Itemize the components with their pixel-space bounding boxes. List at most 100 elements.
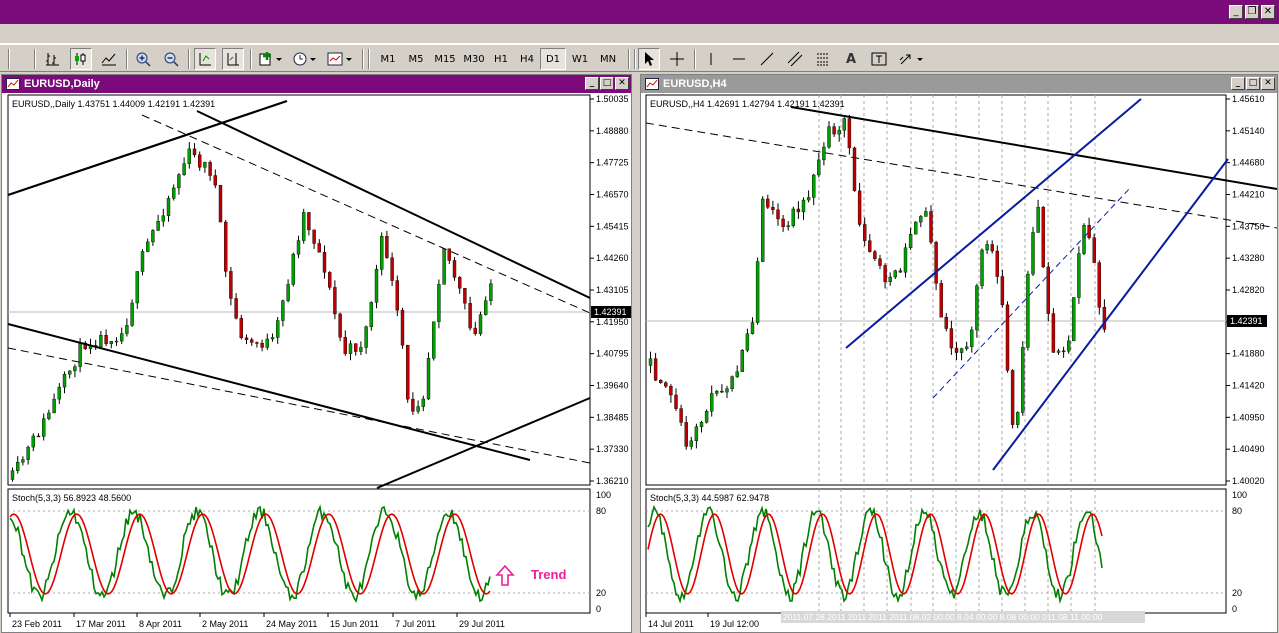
price-chart-daily[interactable]: 1.50035 1.48880 1.47725 1.46570 1.45415 1.442… (2, 93, 631, 632)
ohlc-label: EURUSD,,Daily 1.43751 1.44009 1.42191 1.… (12, 99, 215, 109)
candle-body (1041, 206, 1045, 268)
close-icon[interactable]: ✕ (615, 77, 629, 90)
main-toolbar: A M1 M5 M15 M30 H1 H4 D1 W1 MN (0, 44, 1279, 72)
candle-body (255, 342, 259, 344)
cursor-arrow-icon[interactable] (638, 48, 660, 70)
candle-body (903, 247, 908, 273)
candle-body (965, 346, 969, 349)
periods-clock-icon[interactable] (290, 48, 318, 70)
candlestick-chart-icon[interactable] (70, 48, 92, 70)
candle-body (380, 236, 384, 270)
candle-body (343, 337, 347, 354)
candle-body (944, 316, 948, 329)
trendline-icon[interactable] (756, 48, 778, 70)
price-axis-label: 1.41950 (596, 317, 629, 327)
candle-body (57, 386, 61, 400)
candle-body (1087, 225, 1091, 238)
candle-body (832, 126, 836, 135)
timeframe-h1-button[interactable]: H1 (488, 48, 514, 70)
candle-body (432, 321, 436, 359)
candle-body (766, 198, 770, 208)
price-axis-label: 1.45140 (1232, 126, 1265, 136)
candle-body (281, 300, 285, 321)
auto-scroll-icon[interactable] (194, 48, 216, 70)
candle-body (919, 216, 923, 223)
stoch-level-label: 0 (1232, 604, 1237, 614)
bar-chart-icon[interactable] (42, 48, 64, 70)
chart-window-h4[interactable]: EURUSD,H4 _ □ ✕ 1.45610 1.45140 1.44680 1.4… (640, 74, 1278, 633)
timeframe-d1-button[interactable]: D1 (540, 48, 566, 70)
vertical-line-icon[interactable] (700, 48, 722, 70)
maximize-icon[interactable]: □ (1246, 77, 1260, 90)
candle-body (1061, 350, 1066, 353)
maximize-icon[interactable]: □ (600, 77, 614, 90)
text-tool-button[interactable]: A (840, 48, 862, 70)
candle-body (463, 288, 467, 304)
candle-body (750, 322, 755, 334)
candle-body (385, 236, 389, 258)
candle-body (1056, 350, 1061, 353)
line-chart-icon[interactable] (98, 48, 120, 70)
candle-body (265, 338, 269, 348)
candle-body (239, 318, 244, 339)
candle-body (684, 422, 688, 447)
crosshair-icon[interactable] (666, 48, 688, 70)
indicators-icon[interactable] (256, 48, 284, 70)
candle-body (1010, 370, 1015, 425)
chart-window-daily[interactable]: EURUSD,Daily _ □ ✕ 1.50035 1.48880 1.47725… (1, 74, 632, 633)
zoom-in-icon[interactable] (132, 48, 154, 70)
price-axis-label: 1.41420 (1232, 381, 1265, 391)
timeframe-m15-button[interactable]: M15 (430, 48, 460, 70)
price-axis-label: 1.36210 (596, 476, 629, 486)
price-axis-label: 1.44260 (596, 253, 629, 263)
price-axis-label: 1.47725 (596, 158, 629, 168)
candle-body (1097, 262, 1101, 308)
timeframe-w1-button[interactable]: W1 (566, 48, 594, 70)
timeframe-m1-button[interactable]: M1 (374, 48, 402, 70)
candle-body (669, 386, 673, 396)
date-overlay-label: 2011.07.28 2011 2011 2011 2011.08.02 00:… (783, 612, 1103, 622)
price-axis-label: 1.46570 (596, 190, 629, 200)
minimize-icon[interactable]: _ (1229, 5, 1243, 19)
candle-body (755, 261, 760, 323)
chart-shift-icon[interactable] (222, 48, 244, 70)
timeframe-h4-button[interactable]: H4 (514, 48, 540, 70)
price-axis-label: 1.42820 (1232, 285, 1265, 295)
minimize-icon[interactable]: _ (1231, 77, 1245, 90)
timeframe-mn-button[interactable]: MN (594, 48, 622, 70)
candle-body (653, 358, 658, 381)
timeframe-m30-button[interactable]: M30 (460, 48, 488, 70)
candle-body (817, 159, 821, 176)
close-icon[interactable]: ✕ (1261, 77, 1275, 90)
chart-window-title: EURUSD,H4 (663, 78, 727, 90)
minimize-icon[interactable]: _ (585, 77, 599, 90)
candle-body (822, 146, 826, 161)
price-axis-label: 1.48880 (596, 126, 629, 136)
candle-body (878, 258, 882, 266)
text-label-icon[interactable] (868, 48, 890, 70)
candle-body (740, 350, 745, 372)
price-axis-label: 1.43280 (1232, 253, 1265, 263)
restore-icon[interactable]: ❐ (1245, 5, 1259, 19)
equidistant-channel-icon[interactable] (784, 48, 806, 70)
date-axis-label: 8 Apr 2011 (139, 619, 182, 629)
horizontal-line-icon[interactable] (728, 48, 750, 70)
templates-icon[interactable] (324, 48, 354, 70)
candle-body (715, 390, 719, 394)
candle-body (827, 126, 831, 148)
arrows-dropdown-icon[interactable] (896, 48, 926, 70)
timeframe-m5-button[interactable]: M5 (402, 48, 430, 70)
stoch-level-label: 0 (596, 604, 601, 614)
stoch-level-label: 20 (1232, 588, 1242, 598)
candle-body (109, 341, 114, 344)
candle-body (857, 190, 862, 225)
price-chart-h4[interactable]: 1.45610 1.45140 1.44680 1.44210 1.43750 1.432… (641, 93, 1277, 632)
candle-body (104, 335, 108, 344)
stoch-label: Stoch(5,3,3) 56.8923 48.5600 (12, 493, 131, 503)
menu-bar (0, 24, 1279, 44)
price-axis-label: 1.45415 (596, 221, 629, 231)
price-axis-label: 1.44680 (1232, 158, 1265, 168)
close-icon[interactable]: ✕ (1261, 5, 1275, 19)
zoom-out-icon[interactable] (160, 48, 182, 70)
fibonacci-icon[interactable] (812, 48, 834, 70)
